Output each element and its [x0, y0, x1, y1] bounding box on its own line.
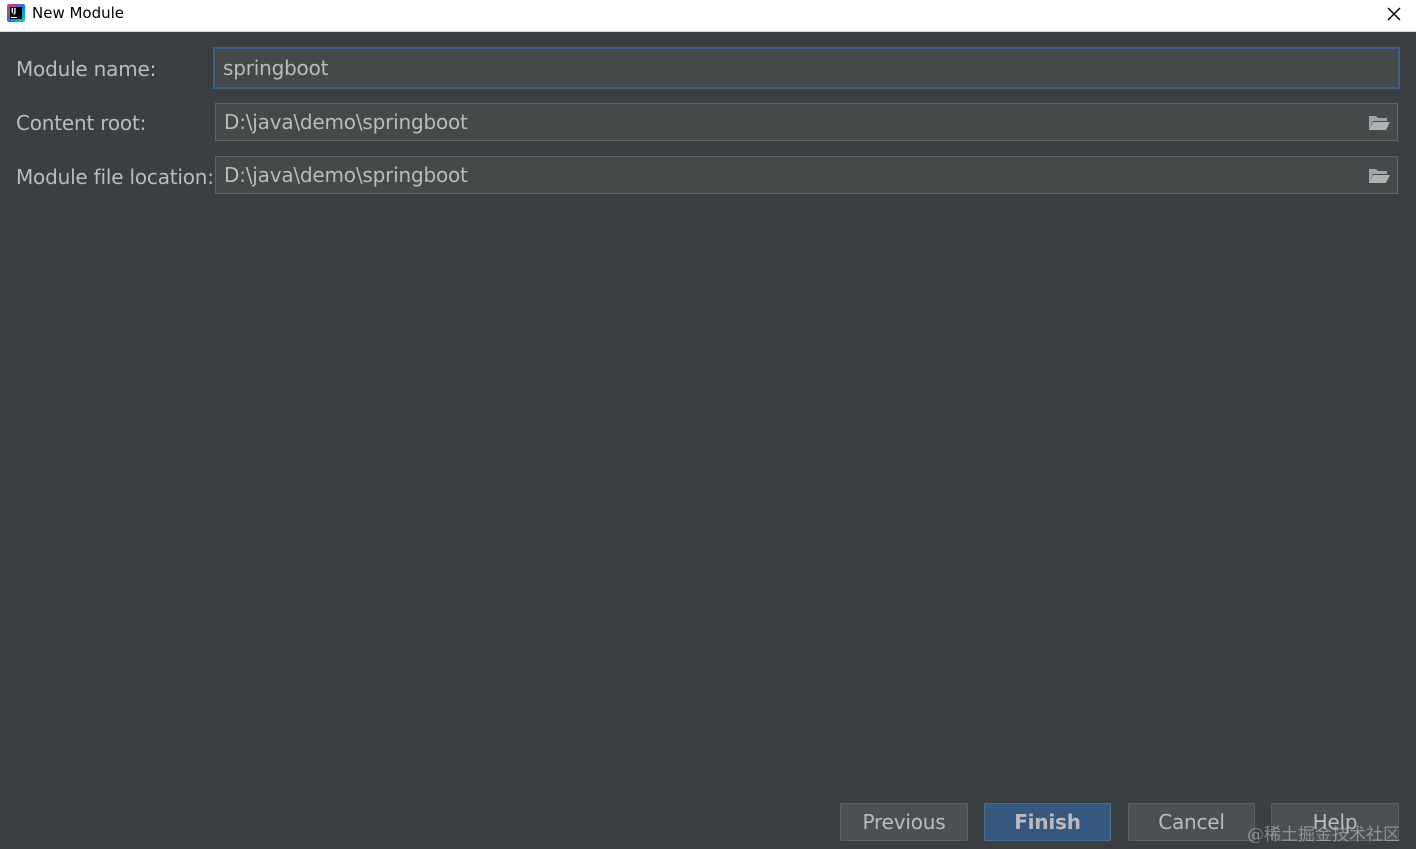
title-bar: IJ New Module — [0, 0, 1416, 32]
module-name-label: Module name: — [16, 57, 157, 81]
window-title: New Module — [32, 4, 125, 22]
module-file-location-input[interactable] — [224, 157, 1349, 193]
module-name-input[interactable] — [223, 49, 1350, 87]
module-name-field[interactable] — [213, 47, 1400, 89]
module-file-location-label: Module file location: — [16, 165, 214, 189]
folder-open-icon[interactable] — [1367, 165, 1391, 185]
previous-button[interactable]: Previous — [840, 803, 968, 841]
close-icon[interactable] — [1380, 2, 1408, 26]
cancel-button[interactable]: Cancel — [1128, 803, 1255, 841]
intellij-idea-icon: IJ — [7, 4, 25, 22]
module-file-location-field[interactable] — [215, 156, 1398, 194]
folder-open-icon[interactable] — [1367, 112, 1391, 132]
watermark: @稀土掘金技术社区 — [1247, 825, 1400, 845]
content-root-field[interactable] — [215, 103, 1398, 141]
finish-button[interactable]: Finish — [984, 803, 1111, 841]
content-root-label: Content root: — [16, 111, 147, 135]
content-root-input[interactable] — [224, 104, 1349, 140]
